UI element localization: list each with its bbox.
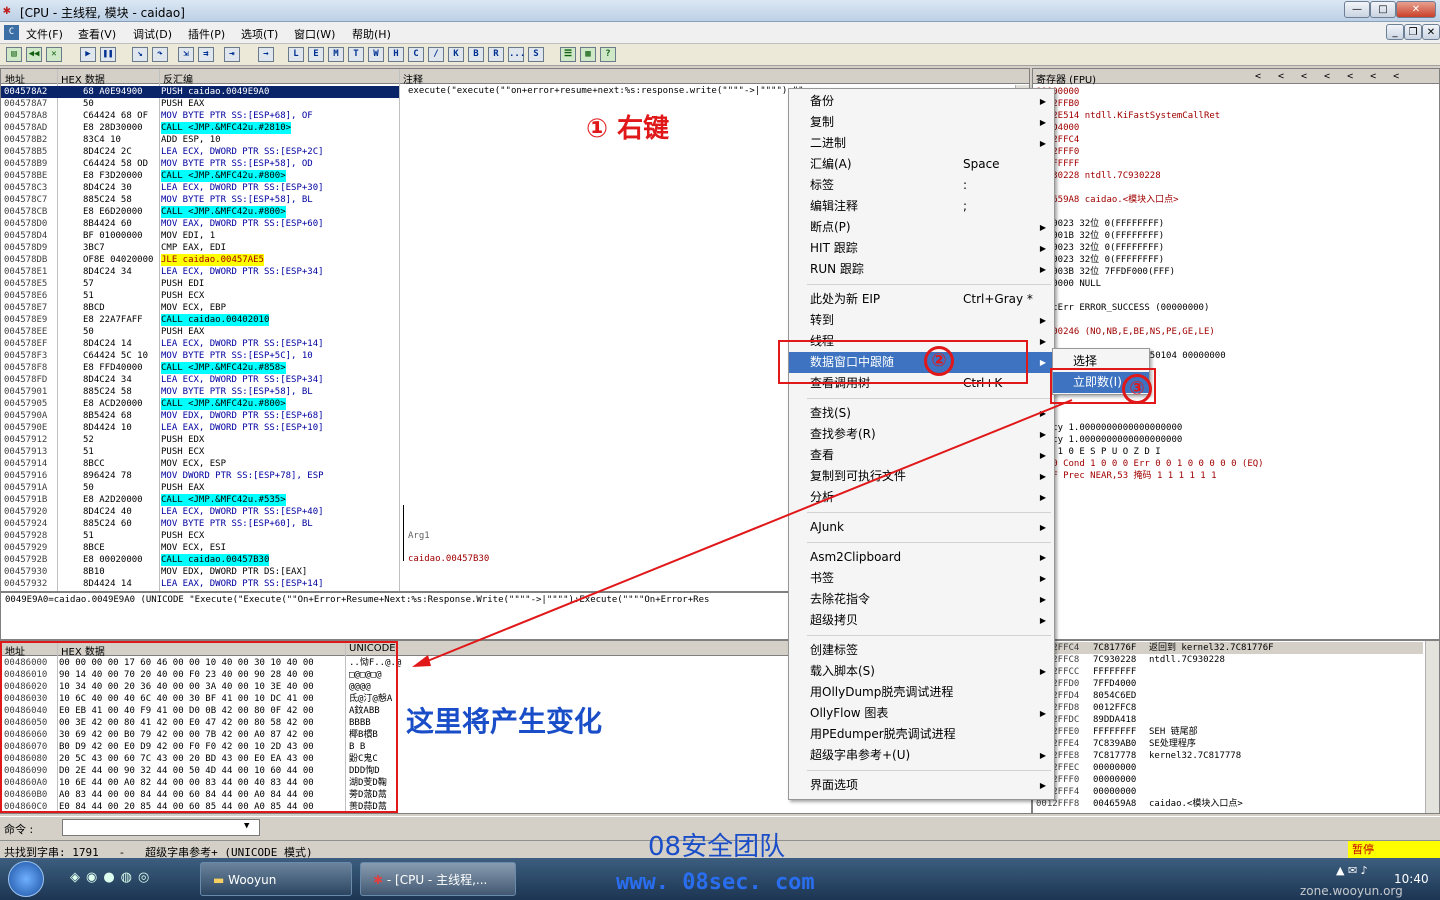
site-label: www. 08sec. com bbox=[616, 870, 815, 895]
annotation-arrow bbox=[412, 399, 1073, 667]
team-label: 08安全团队 bbox=[648, 832, 786, 862]
